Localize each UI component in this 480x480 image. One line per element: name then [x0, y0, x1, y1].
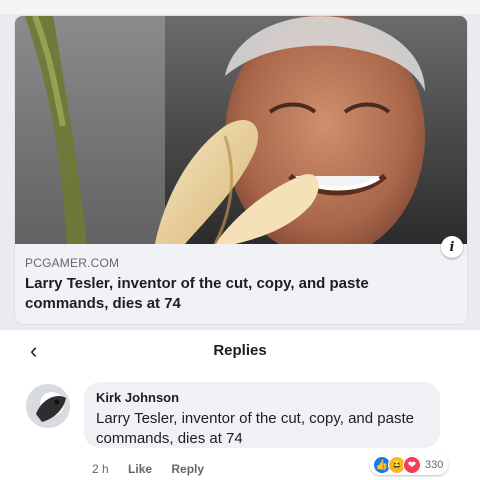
- top-strip: [0, 0, 480, 14]
- comment-bubble[interactable]: Kirk Johnson Larry Tesler, inventor of t…: [84, 382, 440, 448]
- link-domain: PCGAMER.COM: [25, 256, 120, 270]
- photo-illustration: [15, 16, 467, 244]
- comment-actions: 2 h Like Reply: [92, 462, 220, 476]
- reaction-count: 330: [425, 459, 444, 471]
- comment-text: Larry Tesler, inventor of the cut, copy,…: [96, 410, 414, 447]
- reactions-summary[interactable]: 👍 😆 ❤ 330: [370, 455, 449, 475]
- replies-header: ‹ Replies: [0, 330, 480, 372]
- comment-thread: Kirk Johnson Larry Tesler, inventor of t…: [0, 372, 480, 480]
- info-icon[interactable]: i: [441, 236, 463, 258]
- avatar[interactable]: [26, 384, 70, 428]
- avatar-image: [26, 384, 70, 428]
- comment-author[interactable]: Kirk Johnson: [96, 390, 428, 405]
- link-headline[interactable]: Larry Tesler, inventor of the cut, copy,…: [25, 274, 455, 314]
- like-button[interactable]: Like: [128, 462, 152, 476]
- comment-time: 2 h: [92, 462, 109, 476]
- article-photo: [15, 16, 467, 244]
- link-meta: PCGAMER.COM Larry Tesler, inventor of th…: [25, 256, 455, 314]
- link-preview-card[interactable]: i PCGAMER.COM Larry Tesler, inventor of …: [15, 16, 467, 324]
- love-icon: ❤: [403, 456, 421, 474]
- replies-title: Replies: [213, 342, 267, 359]
- reply-button[interactable]: Reply: [171, 462, 204, 476]
